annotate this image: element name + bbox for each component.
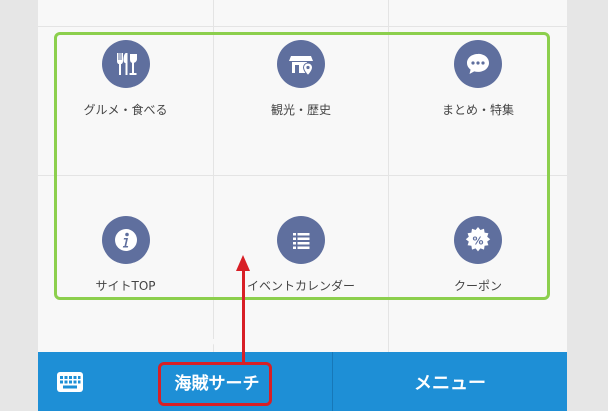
bottom-bar: 海賊サーチ メニュー	[38, 352, 567, 411]
phone-screen: グルメ・食べる 観光・歴史 まとめ・特集 サイトTOP イベントカレンダー % …	[38, 0, 567, 411]
left-margin	[0, 0, 38, 411]
grid-item-features[interactable]: まとめ・特集	[389, 0, 567, 176]
menu-tab[interactable]: メニュー	[333, 352, 567, 411]
grid-item-label: サイトTOP	[95, 279, 156, 293]
grid-item-site-top[interactable]: サイトTOP	[38, 176, 214, 352]
grid-item-label: 観光・歴史	[270, 103, 331, 117]
list-icon	[277, 216, 325, 264]
active-tab-caret	[209, 339, 221, 346]
annotation-arrow-head	[236, 255, 250, 271]
grid-item-coupon[interactable]: % クーポン	[389, 176, 567, 352]
search-tab[interactable]: 海賊サーチ	[102, 352, 332, 411]
menu-grid: グルメ・食べる 観光・歴史 まとめ・特集 サイトTOP イベントカレンダー % …	[38, 0, 567, 352]
grid-item-label: クーポン	[453, 279, 502, 293]
search-tab-label: 海賊サーチ	[174, 374, 260, 394]
svg-text:%: %	[472, 235, 483, 248]
grid-item-label: まとめ・特集	[441, 103, 514, 117]
grid-item-sightseeing[interactable]: 観光・歴史	[214, 0, 389, 176]
grid-item-gourmet[interactable]: グルメ・食べる	[38, 0, 214, 176]
annotation-arrow-shaft	[242, 270, 245, 364]
info-icon	[102, 216, 150, 264]
shop-location-icon	[277, 40, 325, 88]
speech-bubble-icon	[454, 40, 502, 88]
menu-tab-label: メニュー	[414, 372, 486, 394]
grid-item-label: イベントカレンダー	[246, 279, 355, 293]
grid-item-label: グルメ・食べる	[83, 103, 168, 117]
coupon-icon: %	[454, 216, 502, 264]
cutlery-icon	[102, 40, 150, 88]
keyboard-icon	[57, 371, 83, 392]
keyboard-button[interactable]	[38, 352, 102, 411]
right-margin	[567, 0, 608, 411]
